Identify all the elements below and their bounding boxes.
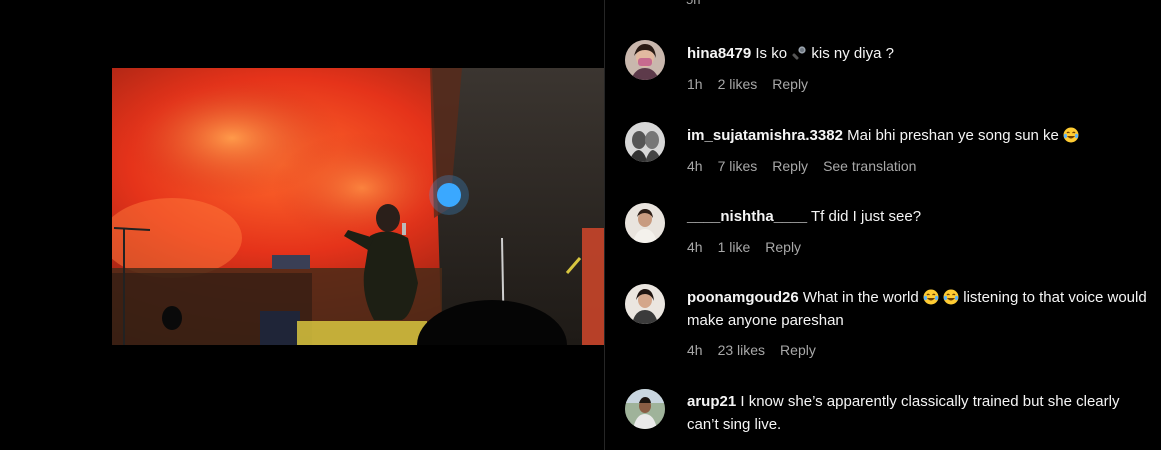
comments-pane[interactable]: 5h hina8479 Is ko kis ny diya ? 1h 2 l xyxy=(605,0,1161,450)
comment-likes[interactable]: 7 likes xyxy=(718,158,758,174)
comment-username[interactable]: im_sujatamishra.3382 xyxy=(687,127,843,144)
reply-button[interactable]: Reply xyxy=(765,239,801,255)
avatar[interactable] xyxy=(625,389,665,429)
comment-text: Is ko xyxy=(755,45,788,62)
reply-button[interactable]: Reply xyxy=(780,342,816,358)
post-timestamp: 5h xyxy=(686,0,700,7)
comment-time[interactable]: 4h xyxy=(687,158,703,174)
tears-of-joy-emoji-icon xyxy=(1063,127,1079,143)
comment-meta: 1h 2 likes Reply xyxy=(687,76,808,92)
comment-meta: 4h 7 likes Reply See translation xyxy=(687,158,916,174)
comment-likes[interactable]: 1 like xyxy=(718,239,751,255)
post-video[interactable] xyxy=(112,68,604,345)
reply-button[interactable]: Reply xyxy=(772,76,808,92)
avatar-image xyxy=(625,40,665,80)
comment-meta: 4h 23 likes Reply xyxy=(687,342,816,358)
comment-time[interactable]: 1h xyxy=(687,76,703,92)
comment-text: I know she’s apparently classically trai… xyxy=(687,393,1120,433)
comment-text: Tf did I just see? xyxy=(810,208,922,225)
comment-body: hina8479 Is ko kis ny diya ? xyxy=(687,42,1147,65)
microphone-emoji-icon xyxy=(792,46,806,60)
comment-username[interactable]: arup21 xyxy=(687,393,736,410)
comment-body: ____nishtha____ Tf did I just see? xyxy=(687,205,1147,228)
avatar-image xyxy=(625,389,665,429)
comment-body: arup21 I know she’s apparently classical… xyxy=(687,390,1147,436)
comment-body: im_sujatamishra.3382 Mai bhi preshan ye … xyxy=(687,124,1147,147)
avatar[interactable] xyxy=(625,203,665,243)
comment-body: poonamgoud26 What in the world listening… xyxy=(687,286,1147,332)
comment-time[interactable]: 4h xyxy=(687,239,703,255)
avatar[interactable] xyxy=(625,40,665,80)
comment-text: kis ny diya ? xyxy=(811,45,894,62)
avatar-image xyxy=(625,122,665,162)
comment-likes[interactable]: 2 likes xyxy=(718,76,758,92)
tears-of-joy-emoji-icon xyxy=(943,289,959,305)
reply-button[interactable]: Reply xyxy=(772,158,808,174)
avatar-image xyxy=(625,284,665,324)
comment-username[interactable]: poonamgoud26 xyxy=(687,289,799,306)
comment-username[interactable]: ____nishtha____ xyxy=(687,208,807,225)
concert-video-frame xyxy=(112,68,604,345)
see-translation-button[interactable]: See translation xyxy=(823,158,916,174)
avatar[interactable] xyxy=(625,122,665,162)
comment-text: Mai bhi preshan ye song sun ke xyxy=(847,127,1059,144)
comment-time[interactable]: 4h xyxy=(687,342,703,358)
comment-likes[interactable]: 23 likes xyxy=(718,342,765,358)
tears-of-joy-emoji-icon xyxy=(923,289,939,305)
comment-text: What in the world xyxy=(802,289,919,306)
avatar[interactable] xyxy=(625,284,665,324)
avatar-image xyxy=(625,203,665,243)
comment-username[interactable]: hina8479 xyxy=(687,45,751,62)
comment-meta: 4h 1 like Reply xyxy=(687,239,801,255)
